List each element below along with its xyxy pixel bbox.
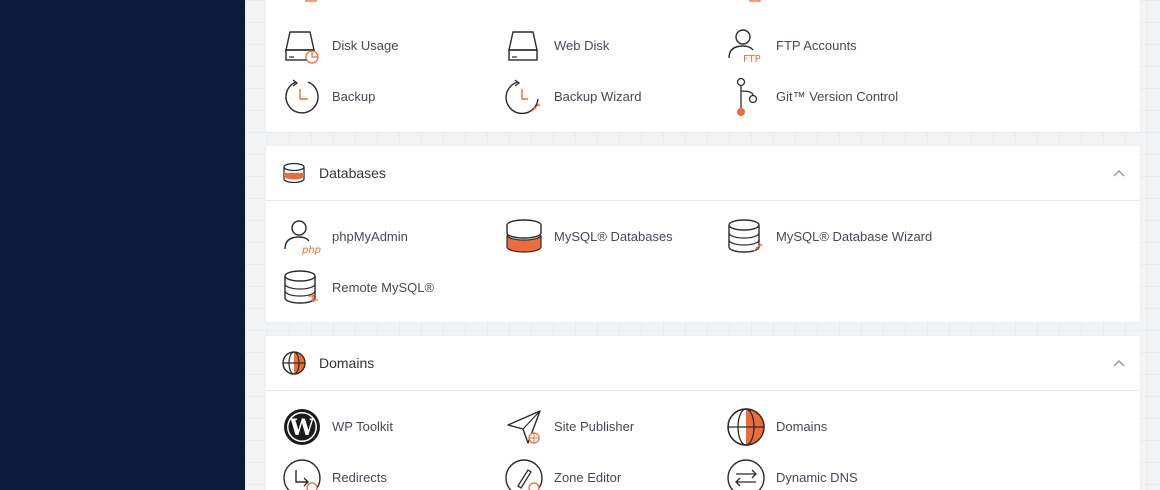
dynamic-dns-icon	[726, 458, 766, 490]
databases-panel: Databases php phpMyAdmin MySQL® Database…	[266, 146, 1140, 322]
ftp-accounts-label: FTP Accounts	[776, 38, 857, 53]
globe-icon	[726, 407, 766, 447]
databases-title: Databases	[319, 165, 386, 181]
web-disk-label: Web Disk	[554, 38, 610, 53]
php-text: php	[301, 245, 321, 256]
cutoff-icon-1	[282, 0, 322, 2]
wordpress-icon: W	[282, 407, 322, 447]
git-version-control-label: Git™ Version Control	[776, 89, 899, 104]
git-icon	[726, 77, 766, 117]
mysql-databases-icon	[504, 217, 544, 257]
redirects-icon	[282, 458, 322, 490]
phpmyadmin-icon: php	[282, 217, 322, 257]
cutoff-icon-3	[726, 0, 766, 2]
mysql-databases-label: MySQL® Databases	[554, 229, 673, 244]
web-disk-icon	[504, 26, 544, 66]
backup-wizard-icon	[504, 77, 544, 117]
main-content: Disk Usage Web Disk FTP FTP Accounts Bac…	[245, 0, 1160, 490]
sidebar	[0, 0, 245, 490]
mysql-database-wizard-label: MySQL® Database Wizard	[776, 229, 933, 244]
svg-text:FTP: FTP	[743, 54, 761, 65]
wp-toolkit-label: WP Toolkit	[332, 419, 393, 434]
backup-wizard-label: Backup Wizard	[554, 89, 642, 104]
chevron-up-icon[interactable]	[1112, 356, 1126, 370]
phpmyadmin-label: phpMyAdmin	[332, 229, 408, 244]
remote-mysql-icon	[282, 268, 322, 308]
remote-mysql-label: Remote MySQL®	[332, 280, 435, 295]
chevron-up-icon[interactable]	[1112, 166, 1126, 180]
backup-icon	[282, 77, 322, 117]
dynamic-dns-label: Dynamic DNS	[776, 470, 858, 485]
zone-editor-label: Zone Editor	[554, 470, 622, 485]
mysql-wizard-icon	[726, 217, 766, 257]
databases-header[interactable]: Databases	[266, 146, 1140, 201]
database-icon	[282, 161, 306, 185]
svg-text:W: W	[289, 415, 315, 441]
backup-label: Backup	[332, 89, 376, 104]
disk-usage-label: Disk Usage	[332, 38, 399, 53]
files-panel: Disk Usage Web Disk FTP FTP Accounts Bac…	[266, 0, 1140, 132]
domains-header[interactable]: Domains	[266, 336, 1140, 391]
zone-editor-icon	[504, 458, 544, 490]
site-publisher-icon	[504, 407, 544, 447]
domains-panel: Domains W WP Toolkit Site Publisher Doma…	[266, 336, 1140, 490]
disk-usage-icon	[282, 26, 322, 66]
ftp-accounts-icon: FTP	[726, 26, 766, 66]
domains-label: Domains	[776, 419, 828, 434]
site-publisher-label: Site Publisher	[554, 419, 635, 434]
globe-header-icon	[282, 351, 306, 375]
redirects-label: Redirects	[332, 470, 387, 485]
domains-title: Domains	[319, 355, 375, 371]
